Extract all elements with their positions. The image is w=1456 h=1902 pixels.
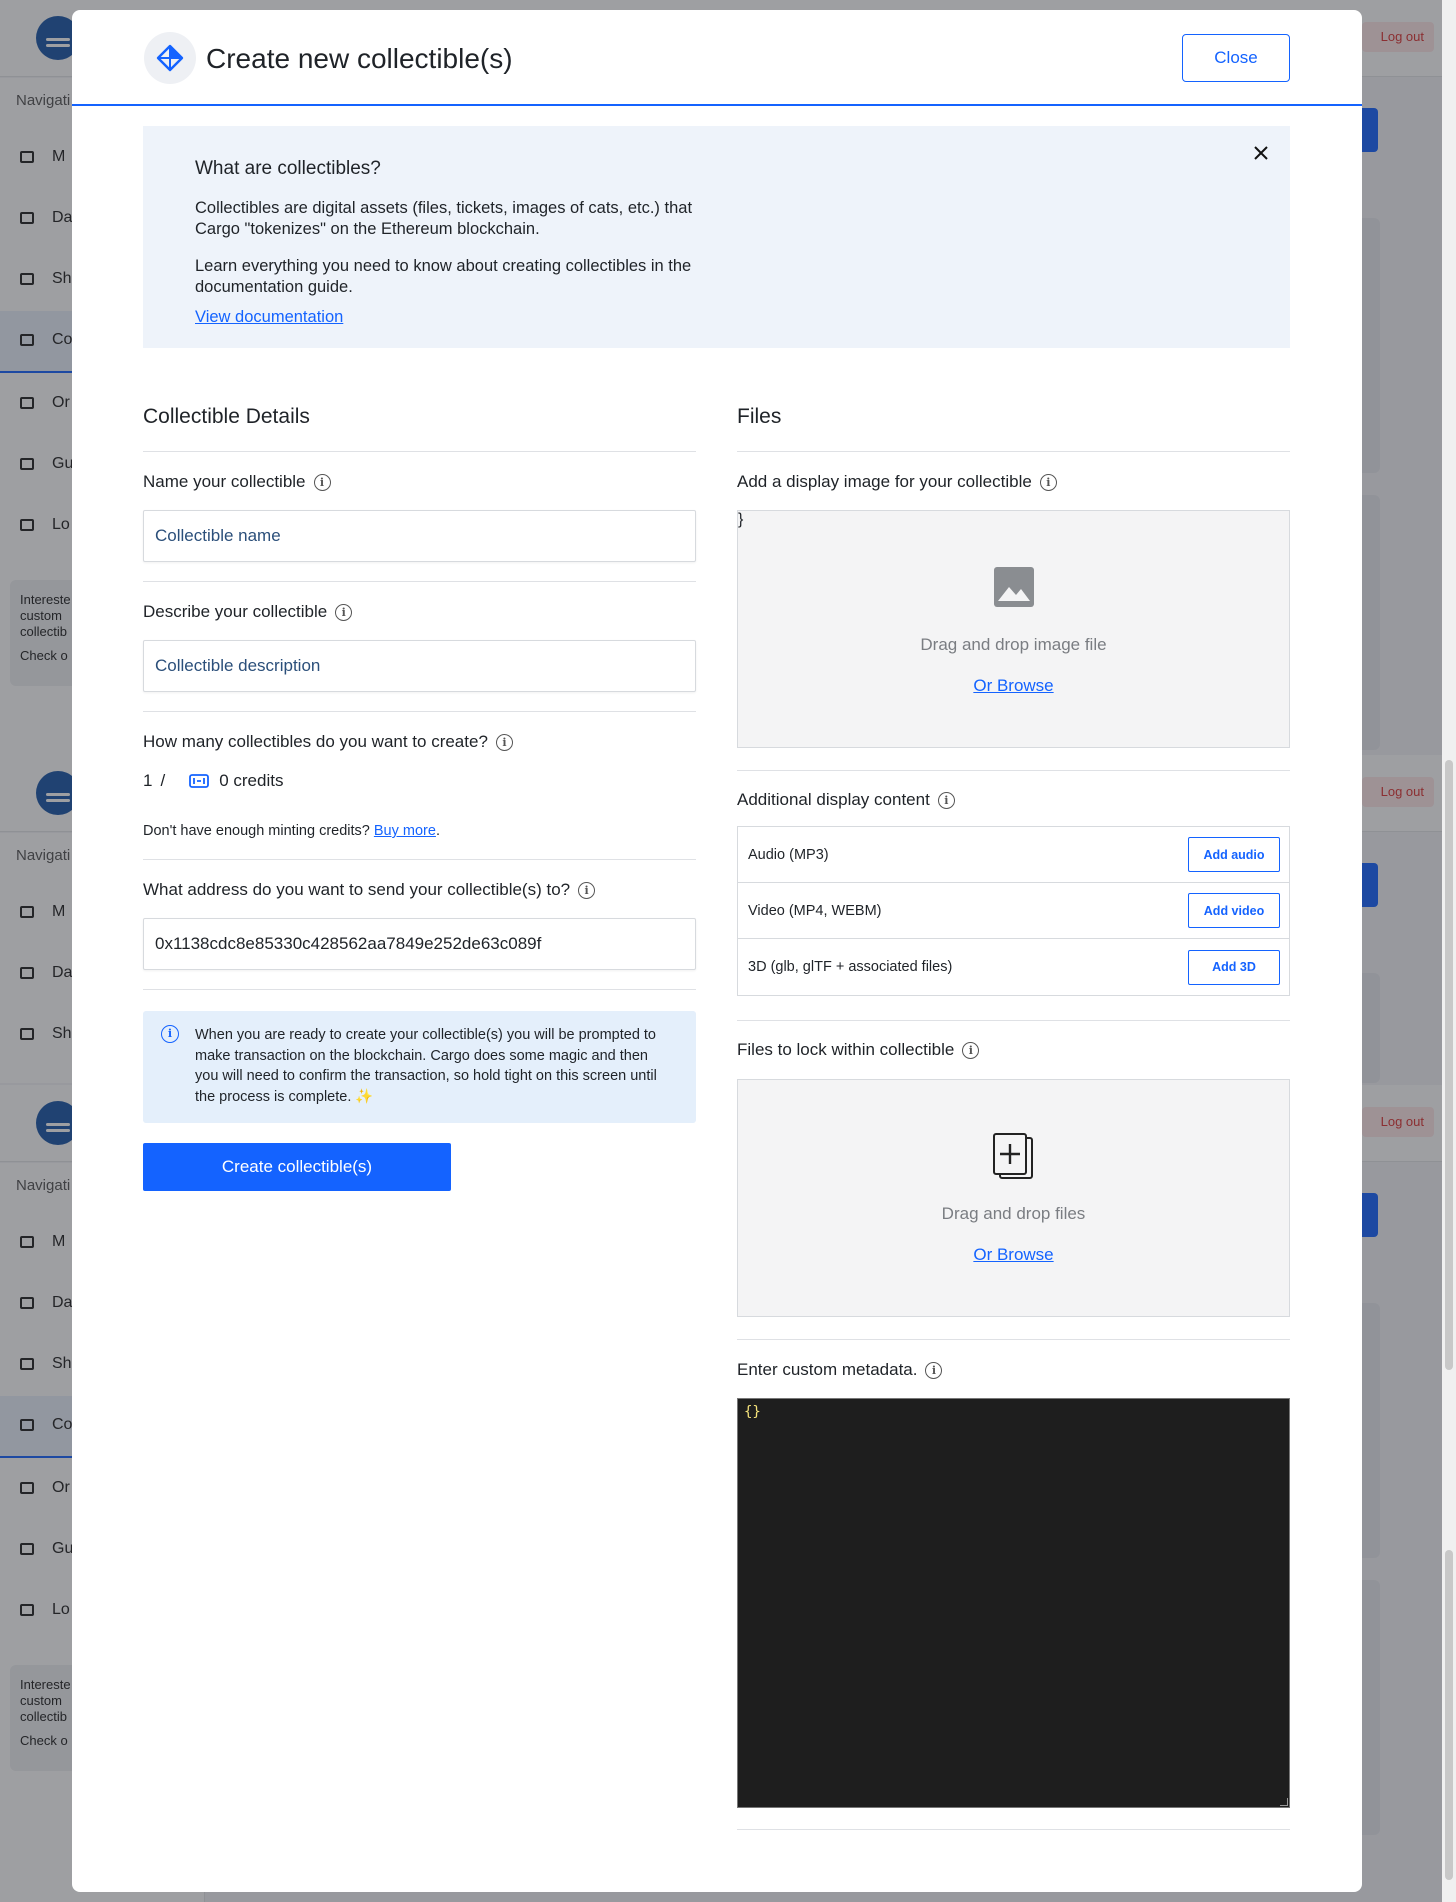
view-documentation-link[interactable]: View documentation	[195, 308, 343, 327]
display-image-label: Add a display image for your collectible…	[737, 472, 1057, 492]
modal-header: Create new collectible(s) Close	[72, 10, 1362, 106]
add-audio-button[interactable]: Add audio	[1188, 837, 1280, 872]
info-icon[interactable]: i	[335, 603, 353, 621]
info-icon[interactable]: i	[925, 1361, 943, 1379]
quantity-value[interactable]: 1	[143, 771, 152, 791]
modal-title: Create new collectible(s)	[206, 43, 513, 74]
image-browse-link[interactable]: Or Browse	[738, 676, 1289, 696]
files-dropzone-text: Drag and drop files	[941, 1204, 1086, 1223]
section-title: Collectible Details	[143, 405, 310, 428]
minting-credits-note: Don't have enough minting credits? Buy m…	[143, 823, 440, 839]
address-label: What address do you want to send your co…	[143, 880, 596, 900]
add-video-button[interactable]: Add video	[1188, 893, 1280, 928]
scrollbar-thumb[interactable]	[1445, 1550, 1453, 1880]
additional-content-table: Audio (MP3) Add audio Video (MP4, WEBM) …	[737, 826, 1290, 996]
info-paragraph: Learn everything you need to know about …	[195, 257, 692, 296]
info-icon[interactable]: i	[495, 733, 513, 751]
resize-handle[interactable]	[1280, 1798, 1288, 1806]
lock-files-label: Files to lock within collectible i	[737, 1040, 980, 1060]
additional-content-label: Additional display content i	[737, 790, 955, 810]
create-collectibles-button[interactable]: Create collectible(s)	[143, 1143, 451, 1191]
quantity-label: How many collectibles do you want to cre…	[143, 732, 513, 752]
image-dropzone-text: Drag and drop image file	[920, 635, 1107, 654]
collectible-name-input[interactable]	[143, 510, 696, 562]
dismiss-info-close-icon[interactable]	[1246, 138, 1276, 168]
info-icon[interactable]: i	[313, 473, 331, 491]
metadata-label: Enter custom metadata. i	[737, 1360, 943, 1380]
info-icon[interactable]: i	[578, 881, 596, 899]
close-button[interactable]: Close	[1182, 34, 1290, 82]
page-scrollbar[interactable]	[1442, 0, 1456, 1902]
buy-more-link[interactable]: Buy more	[374, 823, 436, 839]
credits-text: 0 credits	[219, 771, 284, 790]
quantity-row: 1 / 0 credits	[143, 769, 283, 793]
scrollbar-thumb[interactable]	[1445, 760, 1453, 1370]
create-collectible-modal: Create new collectible(s) Close What are…	[72, 10, 1362, 1892]
files-browse-link[interactable]: Or Browse	[738, 1245, 1289, 1265]
info-icon[interactable]: i	[962, 1041, 980, 1059]
metadata-editor[interactable]: {}	[737, 1398, 1290, 1808]
add-3d-button[interactable]: Add 3D	[1188, 949, 1280, 985]
info-paragraph: Collectibles are digital assets (files, …	[195, 199, 693, 238]
list-item: Video (MP4, WEBM) Add video	[738, 883, 1289, 939]
description-label: Describe your collectible i	[143, 602, 353, 622]
info-icon: i	[161, 1025, 179, 1043]
add-file-icon	[992, 1132, 1036, 1187]
files-dropzone[interactable]: Drag and drop files Or Browse	[737, 1079, 1290, 1317]
info-title: What are collectibles?	[195, 158, 381, 179]
credits-icon	[187, 769, 211, 793]
info-icon[interactable]: i	[937, 791, 955, 809]
collectible-description-input[interactable]	[143, 640, 696, 692]
recipient-address-input[interactable]	[143, 918, 696, 970]
section-title: Files	[737, 405, 782, 428]
image-icon	[993, 567, 1034, 612]
list-item: 3D (glb, glTF + associated files) Add 3D	[738, 939, 1289, 995]
list-item: Audio (MP3) Add audio	[738, 827, 1289, 883]
image-dropzone[interactable]: Drag and drop image file Or Browse }	[737, 510, 1290, 748]
name-label: Name your collectible i	[143, 472, 331, 492]
info-panel: What are collectibles? Collectibles are …	[143, 126, 1290, 348]
notice-text: When you are ready to create your collec…	[195, 1027, 657, 1105]
transaction-notice: i When you are ready to create your coll…	[143, 1011, 696, 1123]
info-icon[interactable]: i	[1039, 473, 1057, 491]
collectible-diamond-icon	[144, 32, 196, 84]
